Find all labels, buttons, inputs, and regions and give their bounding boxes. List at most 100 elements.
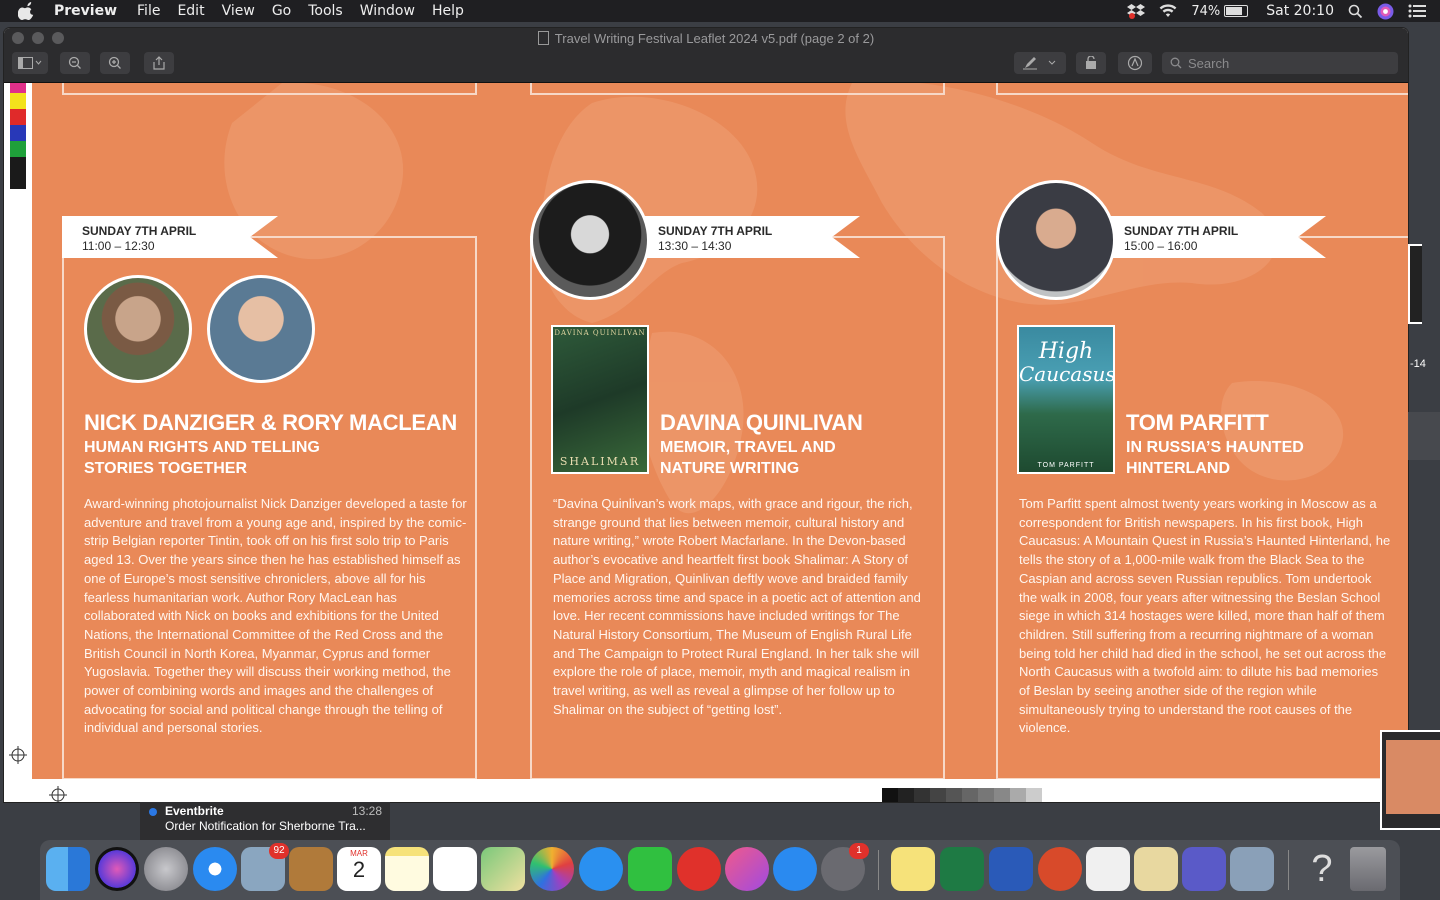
clock[interactable]: Sat 20:10 <box>1266 3 1334 19</box>
share-button[interactable] <box>144 52 174 74</box>
zoom-out-icon <box>68 56 81 69</box>
event-datetime-1: SUNDAY 7TH APRIL 11:00 – 12:30 <box>82 224 196 254</box>
event-banner-2: SUNDAY 7TH APRIL 13:30 – 14:30 <box>638 216 860 258</box>
zoom-out-button[interactable] <box>60 52 90 74</box>
finder-icon[interactable] <box>46 847 90 891</box>
registration-mark-icon <box>9 746 27 764</box>
preview-icon[interactable] <box>1230 847 1274 891</box>
pen-icon <box>1023 57 1056 70</box>
facetime-icon[interactable] <box>628 847 672 891</box>
dropbox-icon[interactable] <box>1127 3 1146 19</box>
search-field[interactable]: Search <box>1162 52 1398 74</box>
messages-icon[interactable] <box>579 847 623 891</box>
powerpoint-icon[interactable] <box>1038 847 1082 891</box>
safari-icon[interactable] <box>193 847 237 891</box>
event-description-3: Tom Parfitt spent almost twenty years wo… <box>1019 496 1391 736</box>
notification-banner[interactable]: Eventbrite 13:28 Order Notification for … <box>140 802 390 840</box>
davina-quinlivan-photo <box>530 180 650 300</box>
window-title: Travel Writing Festival Leaflet 2024 v5.… <box>4 31 1408 46</box>
battery-icon <box>1224 5 1249 17</box>
zoom-in-button[interactable] <box>100 52 130 74</box>
rory-maclean-photo <box>207 275 315 383</box>
contacts-icon[interactable] <box>289 847 333 891</box>
page-thumbnail[interactable] <box>1380 730 1440 830</box>
textedit-icon[interactable] <box>1086 847 1130 891</box>
apple-icon[interactable] <box>18 2 36 20</box>
event-subtitle-2: MEMOIR, TRAVEL AND NATURE WRITING <box>660 437 836 479</box>
markup-pen-button[interactable] <box>1014 52 1066 74</box>
siri-dock-icon[interactable] <box>95 847 139 891</box>
stickies-icon[interactable] <box>891 847 935 891</box>
menu-tools[interactable]: Tools <box>308 3 343 19</box>
event-subtitle-3: IN RUSSIA’S HAUNTED HINTERLAND <box>1126 437 1304 479</box>
preferences-badge: 1 <box>849 843 869 859</box>
sidebar-icon <box>18 57 42 69</box>
system-preferences-icon[interactable]: 1 <box>821 843 869 891</box>
menu-bar: Preview File Edit View Go Tools Window H… <box>0 0 1440 22</box>
word-icon[interactable] <box>989 847 1033 891</box>
card-previous-left <box>62 83 477 95</box>
shalimar-book-cover: DAVINA QUINLIVAN SHALIMAR <box>551 325 649 474</box>
menu-edit[interactable]: Edit <box>177 3 204 19</box>
background-window-panel <box>1408 412 1440 460</box>
cover-title-line1: High <box>1038 339 1094 364</box>
reminders-icon[interactable] <box>433 847 477 891</box>
event-description-2: “Davina Quinlivan’s work maps, with grac… <box>553 496 921 717</box>
notification-center-icon[interactable] <box>1408 4 1426 18</box>
nick-danziger-photo <box>84 275 192 383</box>
wifi-icon[interactable] <box>1159 4 1177 18</box>
help-icon[interactable]: ? <box>1300 847 1344 891</box>
menu-go[interactable]: Go <box>272 3 291 19</box>
siri-icon[interactable] <box>1377 3 1394 20</box>
markup-toolbar-button[interactable] <box>1118 52 1152 74</box>
photos-icon[interactable] <box>530 847 574 891</box>
shalimar-cover-title: SHALIMAR <box>559 455 641 468</box>
high-caucasus-book-cover: High Caucasus TOM PARFITT <box>1017 325 1115 474</box>
registration-mark-icon <box>49 786 67 802</box>
launchpad-icon[interactable] <box>144 847 188 891</box>
menu-window[interactable]: Window <box>360 3 415 19</box>
rotate-icon <box>1086 56 1096 69</box>
markup-icon <box>1127 55 1143 71</box>
rotate-button[interactable] <box>1076 52 1106 74</box>
news-icon[interactable] <box>677 847 721 891</box>
maps-icon[interactable] <box>481 847 525 891</box>
sidebar-toggle-button[interactable] <box>12 52 48 74</box>
notification-time: 13:28 <box>351 804 382 818</box>
mail-icon[interactable]: 92 <box>241 843 289 891</box>
pages-document-icon[interactable] <box>1134 847 1178 891</box>
pdf-document-icon <box>537 31 549 45</box>
tom-parfitt-photo <box>996 180 1116 300</box>
dock: 92 MAR 2 1 ? <box>40 840 1400 900</box>
menu-app-preview[interactable]: Preview <box>54 3 117 19</box>
event-banner-3: SUNDAY 7TH APRIL 15:00 – 16:00 <box>1104 216 1326 258</box>
event-subtitle-3-line1: IN RUSSIA’S HAUNTED <box>1126 439 1304 456</box>
thumbnail-page-image <box>1386 740 1440 814</box>
page-bottom-margin <box>32 779 1408 802</box>
battery-status[interactable]: 74% <box>1191 3 1249 19</box>
menu-file[interactable]: File <box>137 3 160 19</box>
notes-icon[interactable] <box>385 847 429 891</box>
app-store-icon[interactable] <box>773 847 817 891</box>
pdf-page[interactable]: SUNDAY 7TH APRIL 11:00 – 12:30 NICK DANZI… <box>32 83 1408 779</box>
event-name-2: DAVINA QUINLIVAN <box>660 410 863 435</box>
background-window-edge[interactable] <box>1408 244 1422 324</box>
battery-percent: 74% <box>1191 4 1221 19</box>
calendar-icon[interactable]: MAR 2 <box>337 847 381 891</box>
event-subtitle-3-line2: HINTERLAND <box>1126 460 1230 477</box>
event-date-3: SUNDAY 7TH APRIL <box>1124 224 1239 238</box>
notification-app: Eventbrite <box>165 804 224 818</box>
menu-view[interactable]: View <box>222 3 255 19</box>
event-subtitle-1-line1: HUMAN RIGHTS AND TELLING <box>84 439 320 456</box>
mail-badge: 92 <box>269 843 289 859</box>
trash-icon[interactable] <box>1350 847 1386 891</box>
music-icon[interactable] <box>725 847 769 891</box>
event-date-2: SUNDAY 7TH APRIL <box>658 224 773 238</box>
spotlight-search-icon[interactable] <box>1348 4 1363 19</box>
notification-message: Order Notification for Sherborne Tra... <box>165 819 366 833</box>
menu-help[interactable]: Help <box>432 3 464 19</box>
excel-icon[interactable] <box>940 847 984 891</box>
dock-separator <box>878 850 879 890</box>
event-description-1: Award-winning photojournalist Nick Danzi… <box>84 496 467 736</box>
teams-icon[interactable] <box>1182 847 1226 891</box>
